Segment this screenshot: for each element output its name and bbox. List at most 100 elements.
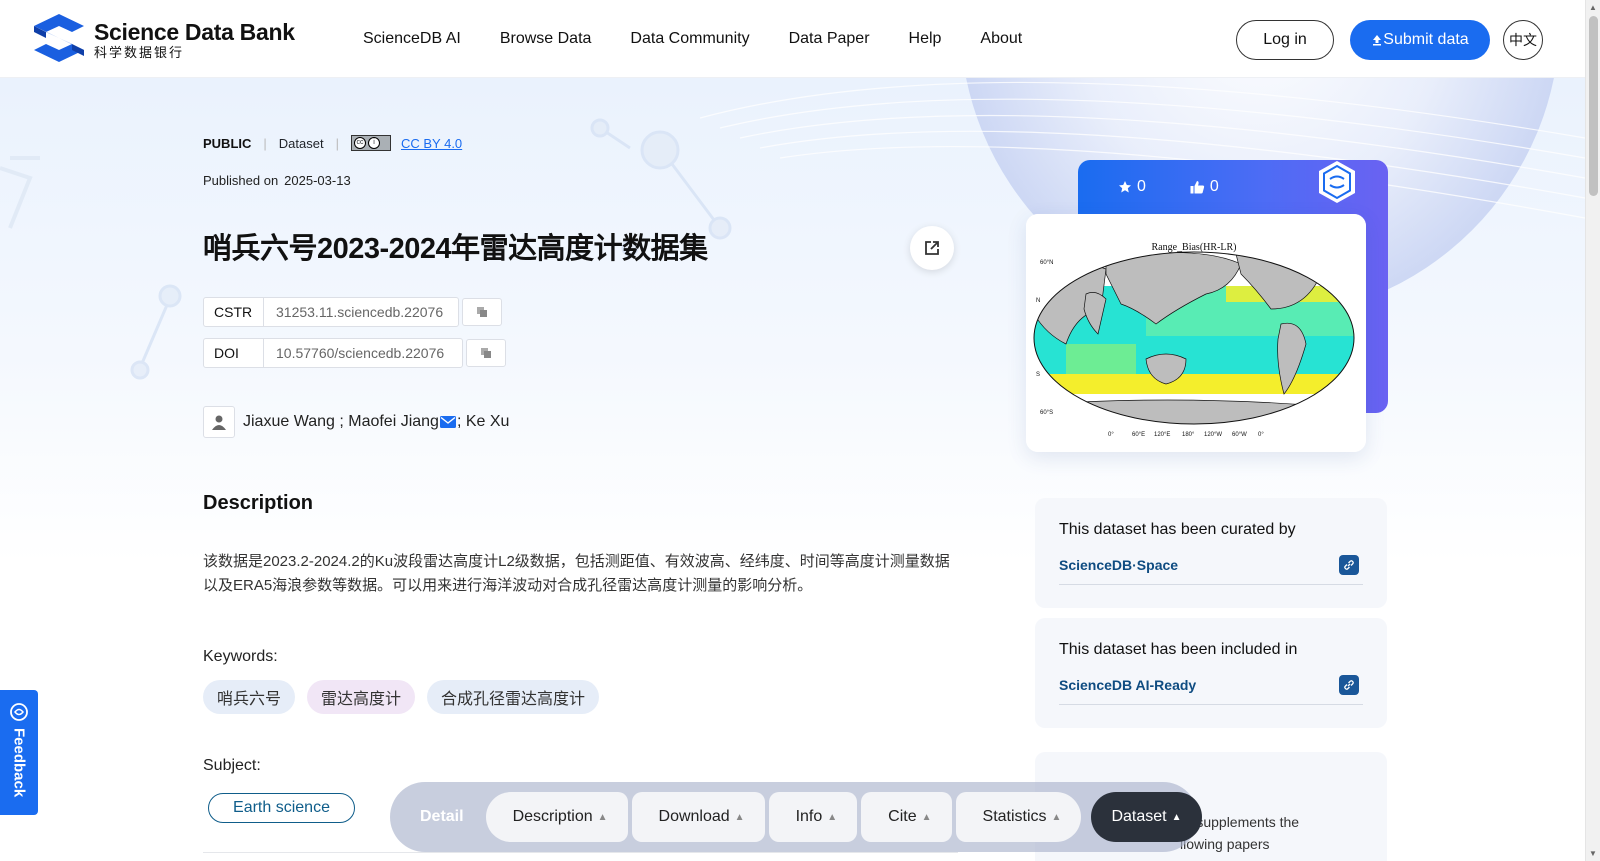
- lat-label: S: [1036, 372, 1040, 378]
- nav-data-community[interactable]: Data Community: [630, 30, 749, 48]
- doi-value[interactable]: 10.57760/sciencedb.22076: [264, 345, 444, 361]
- scroll-thumb[interactable]: [1589, 16, 1598, 196]
- published-date: Published on 2025-03-13: [203, 173, 351, 188]
- feedback-label: Feedback: [10, 728, 28, 798]
- subject-label: Subject:: [203, 757, 261, 774]
- chevron-up-icon: ▲: [597, 811, 608, 823]
- dock-tab-label: Cite: [888, 808, 917, 825]
- cc-license-icon: cc i: [350, 135, 391, 151]
- license-link[interactable]: CC BY 4.0: [401, 136, 462, 151]
- top-header: Science Data Bank 科学数据银行 ScienceDB AI Br…: [0, 0, 1585, 78]
- dock-tab-download[interactable]: Download ▲: [631, 792, 765, 842]
- link-icon: [1344, 560, 1354, 570]
- link-icon: [1344, 680, 1354, 690]
- ai-ready-badge-icon: [1319, 161, 1355, 203]
- nav-sciencedb-ai[interactable]: ScienceDB AI: [363, 30, 461, 48]
- scroll-down-icon[interactable]: ▼: [1589, 849, 1597, 858]
- subject-tag[interactable]: Earth science: [208, 793, 355, 823]
- lat-label: N: [1036, 298, 1040, 304]
- language-toggle[interactable]: 中文: [1503, 20, 1543, 60]
- world-map-preview: Range_Bias(HR-LR) 60°N N S 60°S 0° 60°E …: [1026, 214, 1366, 452]
- nav-help[interactable]: Help: [909, 30, 942, 48]
- scroll-up-icon[interactable]: ▲: [1589, 3, 1597, 12]
- lat-label: 60°S: [1040, 410, 1053, 416]
- logo-title: Science Data Bank: [94, 19, 295, 45]
- like-count-value: 0: [1209, 178, 1219, 195]
- submit-data-label: Submit data: [1383, 31, 1469, 48]
- author-names-rest[interactable]: ; Ke Xu: [457, 413, 509, 431]
- chevron-up-icon: ▲: [1171, 811, 1182, 823]
- upload-icon: [1373, 35, 1382, 46]
- card-divider: [1059, 584, 1363, 585]
- chevron-up-icon: ▲: [827, 811, 838, 823]
- included-link[interactable]: ScienceDB AI-Ready: [1059, 677, 1196, 693]
- lon-label: 120°E: [1154, 432, 1170, 438]
- star-icon: [1119, 181, 1131, 193]
- visibility-label: PUBLIC: [203, 135, 252, 151]
- site-logo[interactable]: Science Data Bank 科学数据银行: [30, 12, 295, 68]
- lon-label: 60°E: [1132, 432, 1145, 438]
- keyword-tag[interactable]: 雷达高度计: [307, 680, 416, 714]
- copy-cstr-button[interactable]: [462, 298, 502, 326]
- logo-subtitle: 科学数据银行: [94, 45, 185, 60]
- preview-title: Range_Bias(HR-LR): [1152, 242, 1237, 253]
- author-list: Jiaxue Wang ; Maofei Jiang ; Ke Xu: [203, 406, 509, 438]
- published-value: 2025-03-13: [284, 173, 351, 188]
- author-names[interactable]: Jiaxue Wang ; Maofei Jiang: [243, 413, 439, 431]
- dock-label: Detail: [420, 808, 464, 825]
- keyword-tag[interactable]: 哨兵六号: [203, 680, 296, 714]
- dock-tab-cite[interactable]: Cite ▲: [861, 792, 952, 842]
- star-count[interactable]: 0: [1118, 178, 1146, 196]
- nav-data-paper[interactable]: Data Paper: [789, 30, 870, 48]
- login-button[interactable]: Log in: [1236, 20, 1334, 60]
- nav-about[interactable]: About: [980, 30, 1022, 48]
- keyword-list: 哨兵六号 雷达高度计 合成孔径雷达高度计: [203, 680, 611, 714]
- chevron-up-icon: ▲: [734, 811, 745, 823]
- share-icon: [925, 241, 939, 255]
- cstr-label: CSTR: [204, 298, 264, 326]
- share-button[interactable]: [910, 226, 954, 270]
- mail-icon[interactable]: [439, 416, 456, 428]
- dock-tab-label: Info: [795, 808, 823, 825]
- meta-separator: |: [335, 135, 339, 151]
- section-dock: Detail Description ▲ Download ▲ Info ▲ Cite…: [390, 782, 1202, 852]
- doi-label: DOI: [204, 339, 264, 367]
- related-text-2: llowing papers: [1180, 836, 1270, 852]
- feedback-icon: [10, 703, 28, 721]
- cstr-value[interactable]: 31253.11.sciencedb.22076: [264, 304, 443, 320]
- star-count-value: 0: [1137, 178, 1146, 195]
- page-scrollbar[interactable]: ▲ ▼: [1585, 0, 1600, 861]
- keyword-tag[interactable]: 合成孔径雷达高度计: [427, 680, 600, 714]
- included-in-card: This dataset has been included in Scienc…: [1035, 618, 1387, 728]
- included-link-button[interactable]: [1339, 675, 1359, 695]
- main-nav: ScienceDB AI Browse Data Data Community …: [363, 30, 1061, 48]
- published-label: Published on: [203, 173, 279, 188]
- author-avatar-icon: [203, 406, 235, 438]
- lon-label: 180°: [1182, 432, 1195, 438]
- copy-doi-button[interactable]: [466, 339, 506, 367]
- copy-icon: [481, 348, 491, 358]
- curated-link-button[interactable]: [1339, 555, 1359, 575]
- dock-tab-dataset[interactable]: Dataset ▲: [1091, 792, 1202, 842]
- curated-by-card: This dataset has been curated by Science…: [1035, 498, 1387, 608]
- submit-data-button[interactable]: Submit data: [1350, 20, 1490, 60]
- dock-tab-description[interactable]: Description ▲: [485, 792, 628, 842]
- curated-link[interactable]: ScienceDB·Space: [1059, 557, 1178, 573]
- dataset-meta: PUBLIC | Dataset | cc i CC BY 4.0: [203, 135, 462, 151]
- cstr-field: CSTR 31253.11.sciencedb.22076: [203, 297, 459, 327]
- description-heading: Description: [203, 492, 314, 514]
- card-divider: [1059, 704, 1363, 705]
- lon-label: 60°W: [1232, 432, 1247, 438]
- dock-tab-statistics[interactable]: Statistics ▲: [955, 792, 1082, 842]
- included-text: This dataset has been included in: [1059, 641, 1298, 658]
- logo-mark-icon: [34, 14, 84, 62]
- feedback-tab[interactable]: Feedback: [0, 690, 38, 815]
- description-text: 该数据是2023.2-2024.2的Ku波段雷达高度计L2级数据，包括测距值、有…: [203, 553, 950, 594]
- dataset-preview-image[interactable]: Range_Bias(HR-LR) 60°N N S 60°S 0° 60°E …: [1026, 214, 1366, 452]
- chevron-up-icon: ▲: [1051, 811, 1062, 823]
- dock-tab-label: Description: [512, 808, 593, 825]
- like-count[interactable]: 0: [1190, 178, 1219, 196]
- lon-label: 0°: [1258, 432, 1264, 438]
- dock-tab-info[interactable]: Info ▲: [768, 792, 858, 842]
- nav-browse-data[interactable]: Browse Data: [500, 30, 592, 48]
